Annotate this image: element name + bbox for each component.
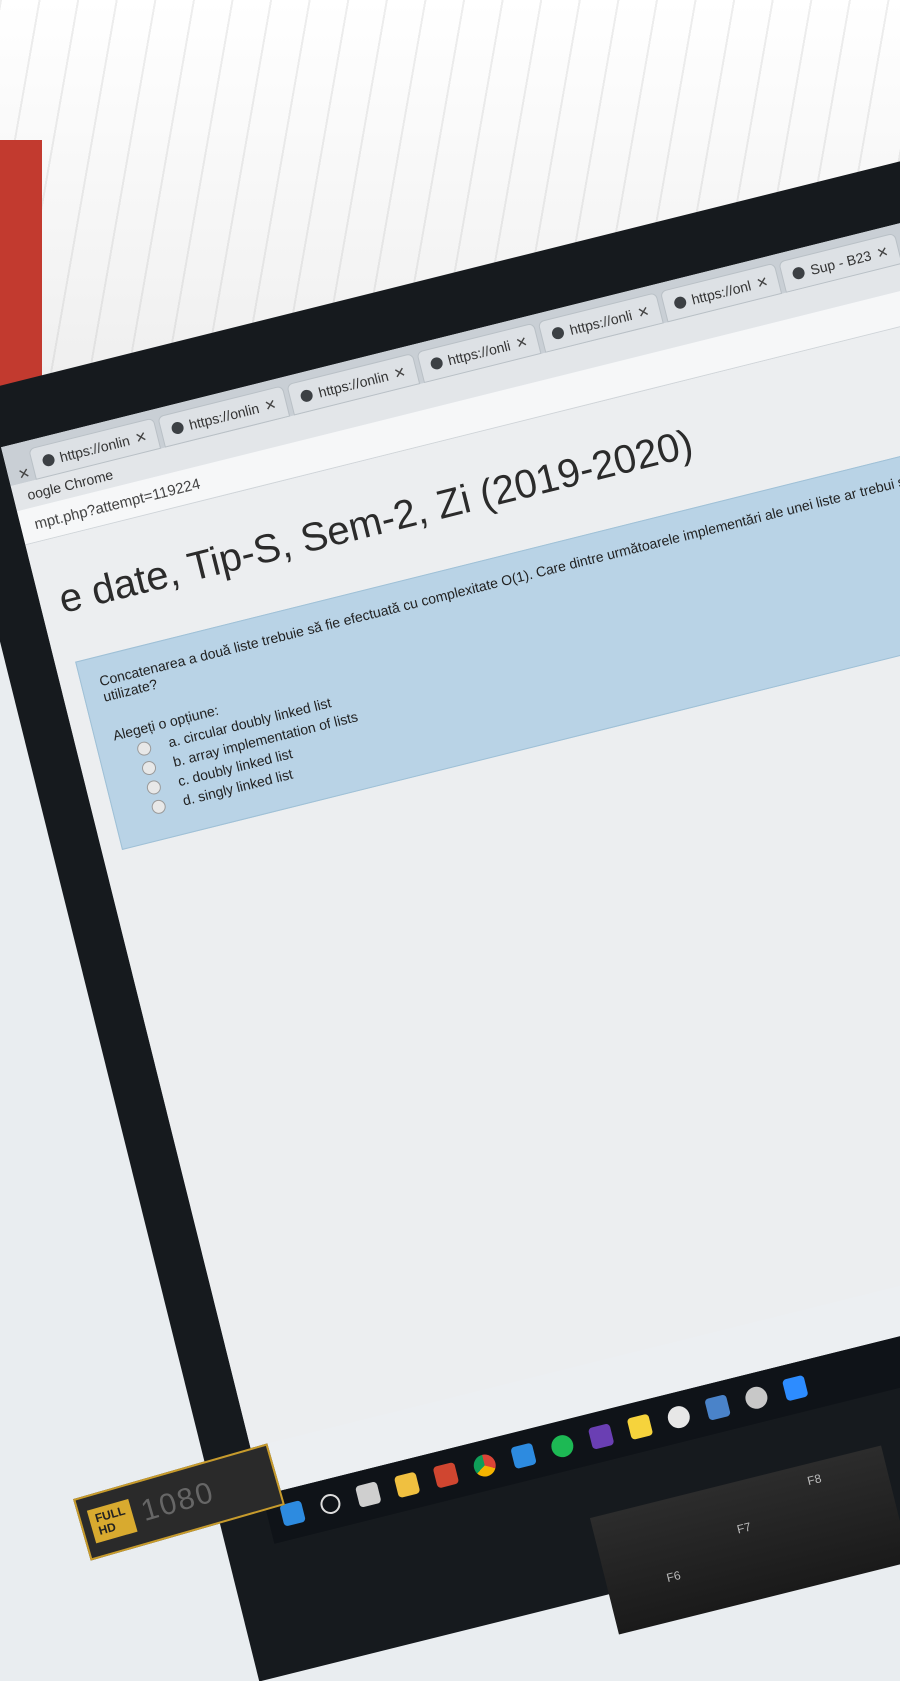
close-tab-icon[interactable]: ✕ bbox=[392, 363, 407, 382]
radio-button[interactable] bbox=[135, 740, 153, 758]
tab-label: https://onl bbox=[689, 277, 753, 308]
cloud-app-icon[interactable] bbox=[743, 1384, 770, 1412]
hd-text: HD bbox=[97, 1519, 118, 1538]
red-app-icon[interactable] bbox=[432, 1461, 460, 1489]
chrome-icon[interactable] bbox=[471, 1452, 499, 1479]
f6-key[interactable]: F6 bbox=[665, 1568, 682, 1585]
notes-app-icon[interactable] bbox=[704, 1394, 731, 1421]
red-curtain-edge bbox=[0, 140, 42, 410]
sticky-notes-icon[interactable] bbox=[626, 1413, 654, 1441]
task-view-icon[interactable] bbox=[354, 1481, 382, 1508]
vscode-icon[interactable] bbox=[510, 1442, 537, 1470]
globe-icon bbox=[429, 356, 444, 371]
radio-button[interactable] bbox=[150, 798, 168, 816]
zoom-icon[interactable] bbox=[781, 1374, 809, 1402]
globe-icon bbox=[672, 295, 688, 310]
full-hd-label: FULL HD bbox=[86, 1498, 138, 1544]
resolution-text: 1080 bbox=[137, 1475, 219, 1528]
close-tab-icon[interactable]: ✕ bbox=[263, 395, 278, 414]
close-tab-icon[interactable]: ✕ bbox=[16, 464, 31, 483]
close-tab-icon[interactable]: ✕ bbox=[133, 427, 148, 446]
globe-icon bbox=[791, 265, 807, 281]
browser-window: ✕ https://onlin ✕ https://onlin ✕ https:… bbox=[1, 219, 900, 1496]
search-icon[interactable] bbox=[318, 1491, 343, 1517]
globe-icon bbox=[551, 325, 566, 341]
pinned-app-icon[interactable] bbox=[665, 1403, 693, 1431]
file-explorer-icon[interactable] bbox=[393, 1471, 421, 1499]
close-tab-icon[interactable]: ✕ bbox=[636, 302, 651, 321]
tab-label: Sup - B23 bbox=[808, 247, 873, 278]
visual-studio-icon[interactable] bbox=[587, 1423, 615, 1450]
close-tab-icon[interactable]: ✕ bbox=[875, 243, 890, 262]
radio-button[interactable] bbox=[140, 759, 158, 777]
close-tab-icon[interactable]: ✕ bbox=[754, 273, 769, 292]
globe-icon bbox=[170, 420, 185, 436]
f8-key[interactable]: F8 bbox=[806, 1471, 823, 1488]
radio-button[interactable] bbox=[145, 778, 163, 796]
globe-icon bbox=[299, 388, 315, 403]
f7-key[interactable]: F7 bbox=[735, 1520, 752, 1537]
close-tab-icon[interactable]: ✕ bbox=[514, 333, 529, 352]
spotify-icon[interactable] bbox=[549, 1432, 576, 1460]
laptop-bezel: ✕ https://onlin ✕ https://onlin ✕ https:… bbox=[0, 158, 900, 1681]
globe-icon bbox=[41, 452, 56, 468]
